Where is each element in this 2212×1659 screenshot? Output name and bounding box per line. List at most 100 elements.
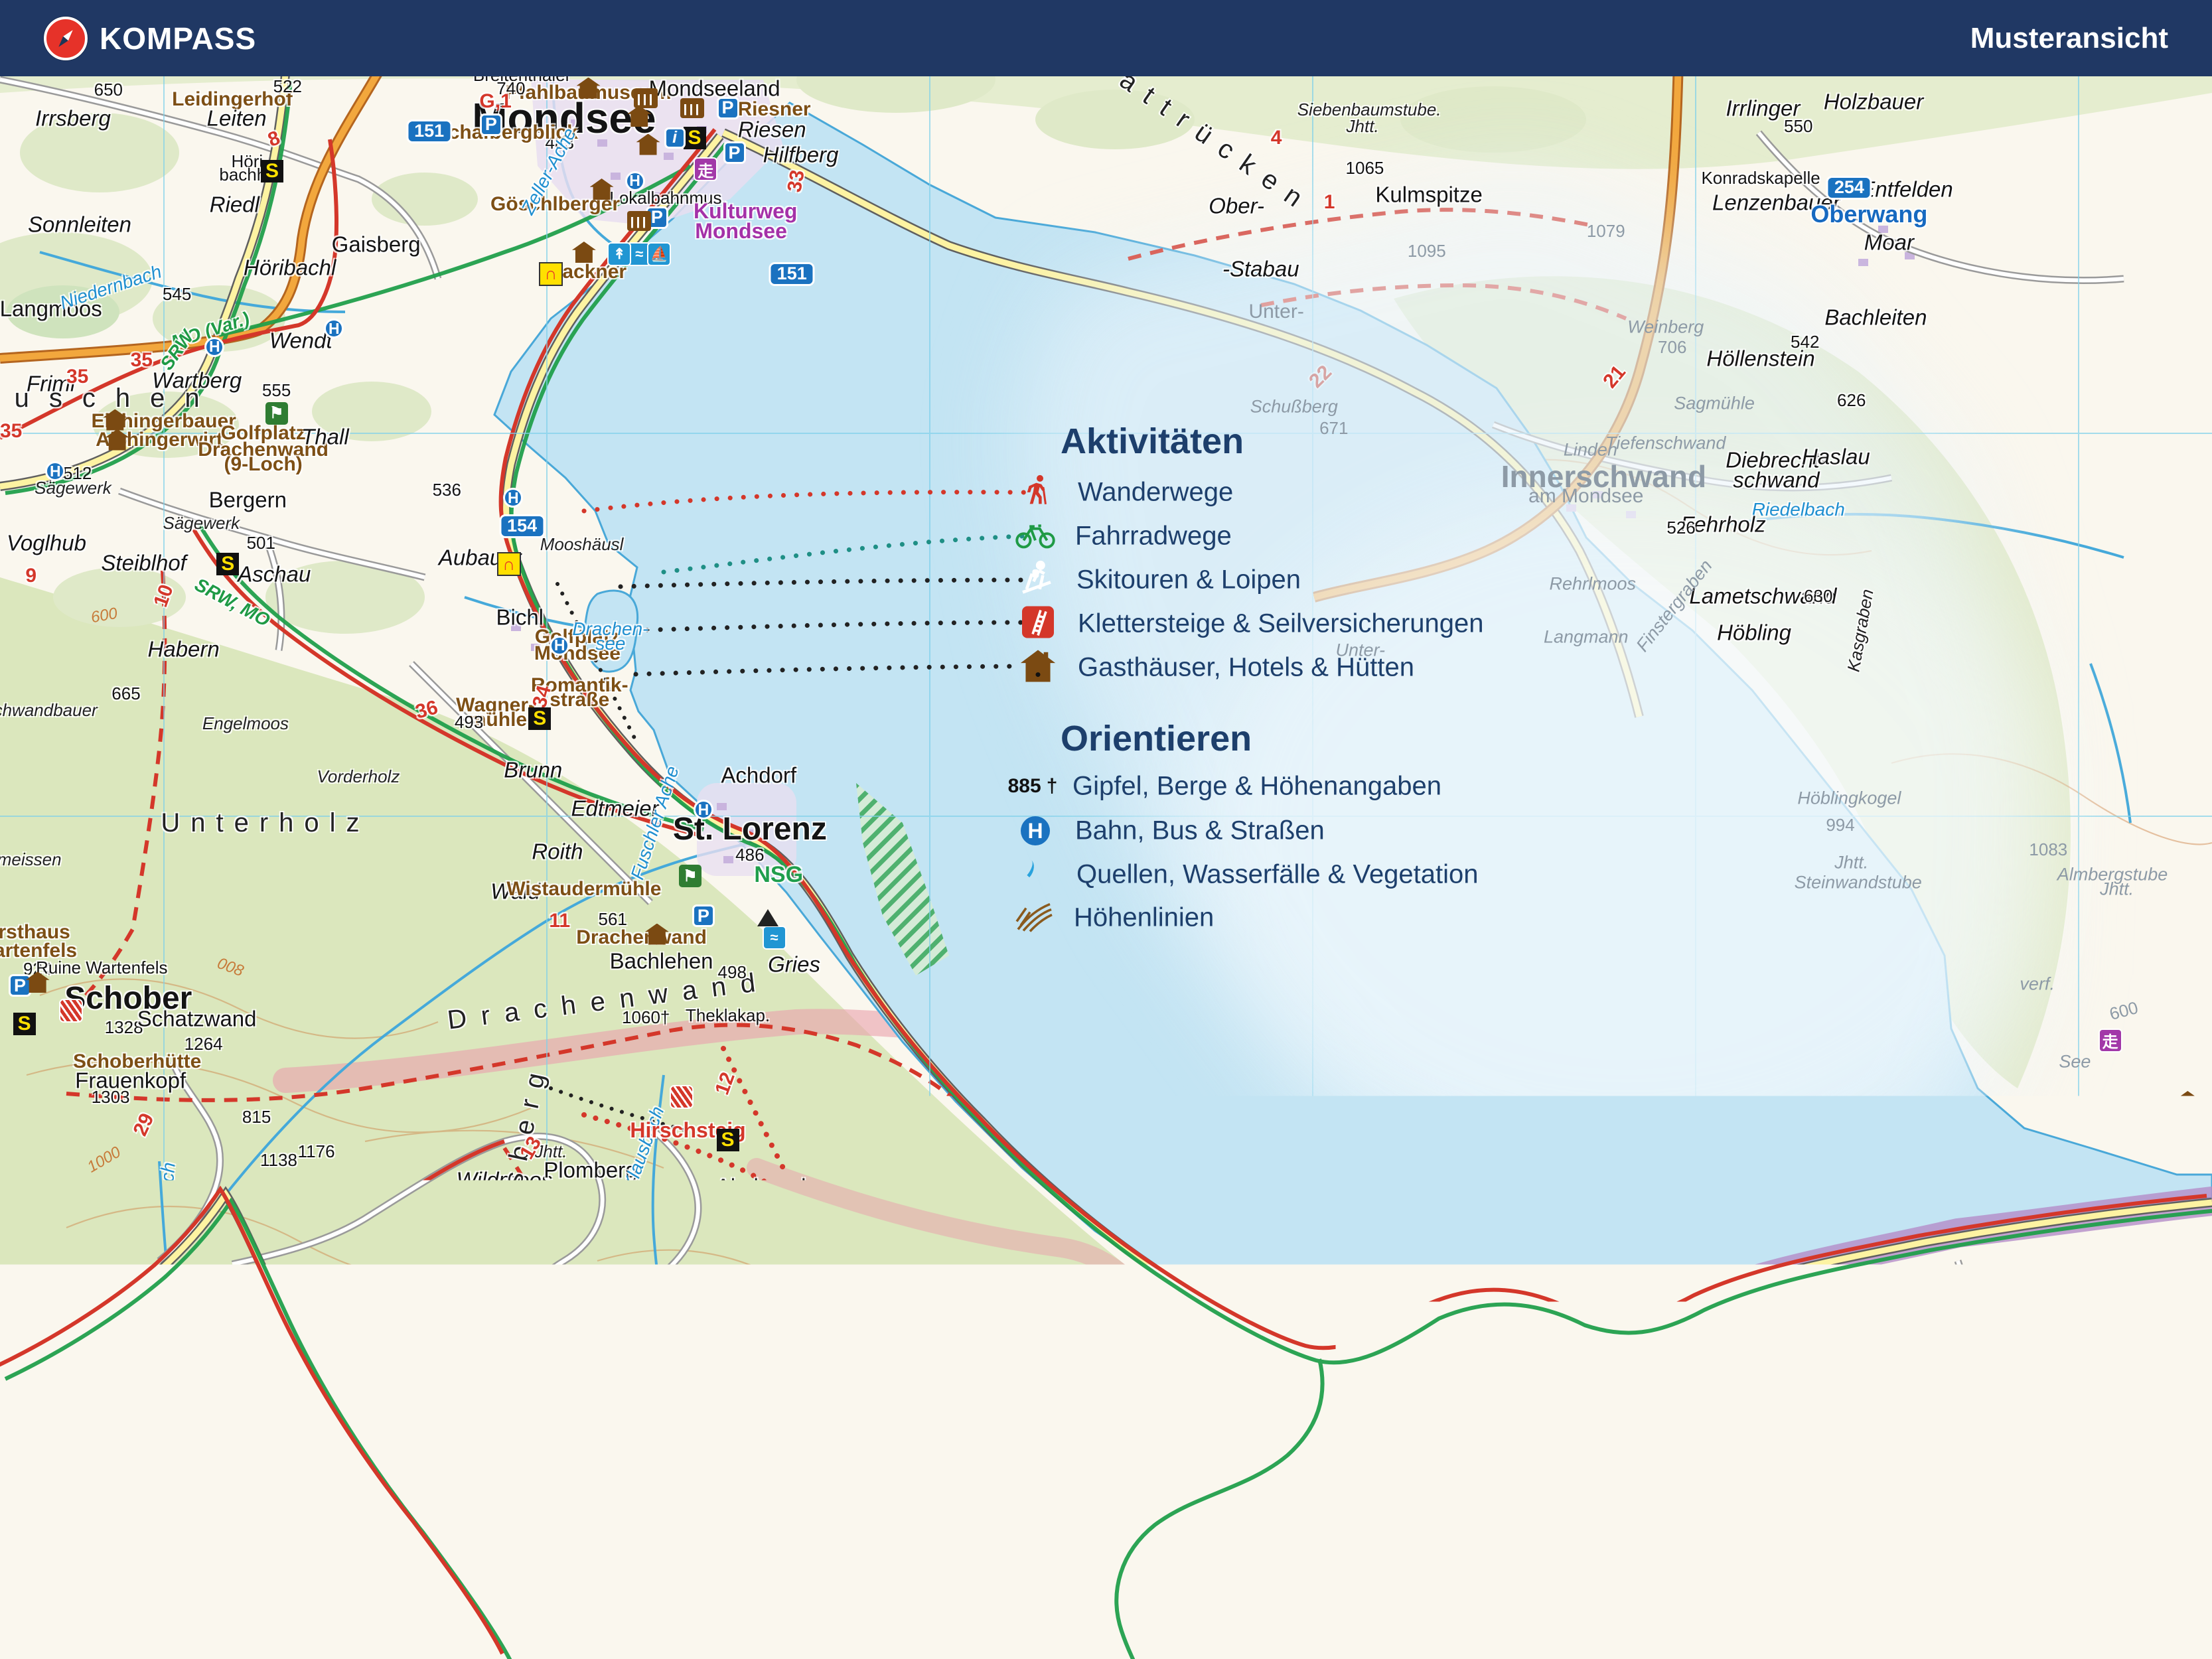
map-label: Hinter- [286,1467,338,1484]
map-label: Kienberg [1597,1376,1685,1398]
swimming-icon[interactable]: ≈ [763,926,786,950]
klettersteig-icon[interactable] [670,1085,694,1109]
road-shield[interactable]: 151 [406,119,452,143]
bus-stop-h-icon[interactable]: H [105,1319,125,1339]
kompass-brand[interactable]: KOMPASS [44,17,256,60]
map-label: am See [14,1333,84,1352]
kompass-map-sample: Mondsee483PfahlbaumuseumMondseelandRiesn… [0,0,2212,1659]
bus-stop-h-icon[interactable]: H [28,1402,48,1422]
swimming-icon[interactable]: ≈ [1724,1289,1748,1313]
campsite-icon[interactable] [757,909,778,926]
surfing-icon[interactable]: ↟ [607,242,631,266]
route-number: 9 [1782,1333,1793,1352]
route-number: 35 [0,421,22,441]
map-label: Bachlehen [610,950,713,972]
map-label: Sonnleitn [6,1352,78,1369]
road-shield[interactable]: 151 [769,262,815,286]
bus-stop-s-icon[interactable]: S [717,1129,739,1151]
info-icon[interactable]: i [664,127,686,149]
parking-icon[interactable]: P [272,1603,295,1626]
bus-stop-h-icon[interactable]: H [625,171,645,191]
hiking-trailhead-icon[interactable]: 走 [694,157,717,181]
map-label: straße [1134,1316,1193,1336]
golf-icon[interactable]: ⚑ [679,865,701,887]
bus-stop-s-icon[interactable]: S [13,1013,36,1035]
bus-stop-h-icon[interactable]: H [550,636,569,656]
map-label: Jhtt. [1834,854,1868,872]
bus-stop-s-icon[interactable]: S [684,127,706,149]
map-label: Wistaudermühle [506,879,661,899]
info-icon[interactable]: i [40,1382,62,1403]
map-label: Thall [301,425,349,447]
map-label: 735 [275,1516,304,1534]
map-label: Irrsberg [35,107,111,129]
parking-icon[interactable]: P [480,113,502,136]
post-bus-icon[interactable]: ∩ [539,262,563,286]
bus-stop-s-icon[interactable]: S [528,707,551,730]
map-label: Höllkar [614,1323,682,1345]
map-label: Sonnleiten [28,213,131,235]
parking-icon[interactable]: P [717,97,739,119]
bus-stop-h-icon[interactable]: H [324,319,344,338]
parking-icon[interactable]: P [723,141,746,164]
map-label: 706 [1658,338,1686,356]
map-label: Holzbauer [1824,90,1923,112]
klettersteig-icon[interactable] [59,999,83,1023]
map-label: Schatzwand [137,1008,257,1030]
hiking-trailhead-icon[interactable]: 走 [2099,1029,2122,1052]
map-label: 486 [735,846,764,863]
post-bus-icon[interactable]: ∩ [1010,1523,1034,1547]
road-shield[interactable]: 254 [1826,176,1872,200]
bus-stop-h-icon[interactable]: H [204,337,224,357]
bus-stop-s-icon[interactable]: S [261,160,283,182]
road-shield[interactable]: 154 [499,514,545,538]
sailing-icon[interactable]: ⛵ [647,242,671,266]
map-label: Gaisberg [332,233,421,255]
route-number: 14 [808,1607,834,1634]
map-label: 994 [1826,816,1854,833]
map-label: Kienberg [1301,1373,1388,1395]
map-label: 526 [1666,519,1695,536]
map-label: 671 [1319,419,1348,437]
map-label: Höbling [1717,621,1791,643]
harbour-icon[interactable]: ⚓ [1878,1222,1900,1244]
map-label: 483 [2175,1112,2204,1129]
museum-icon[interactable] [627,211,651,231]
map-label: 713 [163,1334,191,1351]
map-label: Jhtt. [1775,1382,1808,1399]
map-label: verf. [2020,975,2055,993]
bus-stop-h-icon[interactable]: H [694,800,713,820]
post-bus-icon[interactable]: ∩ [497,552,521,576]
map-label: Bichl [496,607,544,628]
map-label: Mooshäusl [540,536,624,553]
map-label: 501 [247,534,275,551]
bus-stop-h-icon[interactable]: H [45,461,65,481]
map-label: Riedl [210,193,259,215]
map-label: 952 [523,1329,552,1346]
map-label: straße [550,690,609,710]
page-title: Musteransicht [1970,22,2168,55]
map-label: Nasenberg [997,1603,1104,1625]
bus-stop-h-icon[interactable]: H [1890,1250,1910,1269]
map-label: 764 [481,1355,510,1372]
map-label: 483 [1264,1362,1293,1379]
map-label: Steinwandstube [1795,874,1922,892]
road-shield[interactable]: 154 [1136,1267,1182,1291]
parking-icon[interactable]: P [692,904,715,927]
bus-stop-s-icon[interactable]: S [770,1295,792,1317]
map-label: Unter- [1248,302,1303,322]
post-bus-icon[interactable]: ∩ [1205,1311,1228,1334]
map-label: Jhtt. [446,1350,479,1368]
bus-stop-s-icon[interactable]: S [216,553,239,575]
info-icon[interactable]: i [27,1524,48,1546]
map-label: Sägewerk [35,479,111,496]
museum-icon[interactable] [634,88,658,108]
golf-icon[interactable]: ⚑ [265,402,288,425]
bus-stop-h-icon[interactable]: H [503,488,523,508]
parking-icon[interactable]: P [9,974,31,997]
map-label: Wiesenau [1829,1285,1926,1307]
map-canvas[interactable]: Mondsee483PfahlbaumuseumMondseelandRiesn… [0,0,2212,1659]
map-label: Oberburgau [1595,1402,1962,1429]
museum-icon[interactable] [680,98,704,118]
map-label: Mondsee [695,220,787,242]
